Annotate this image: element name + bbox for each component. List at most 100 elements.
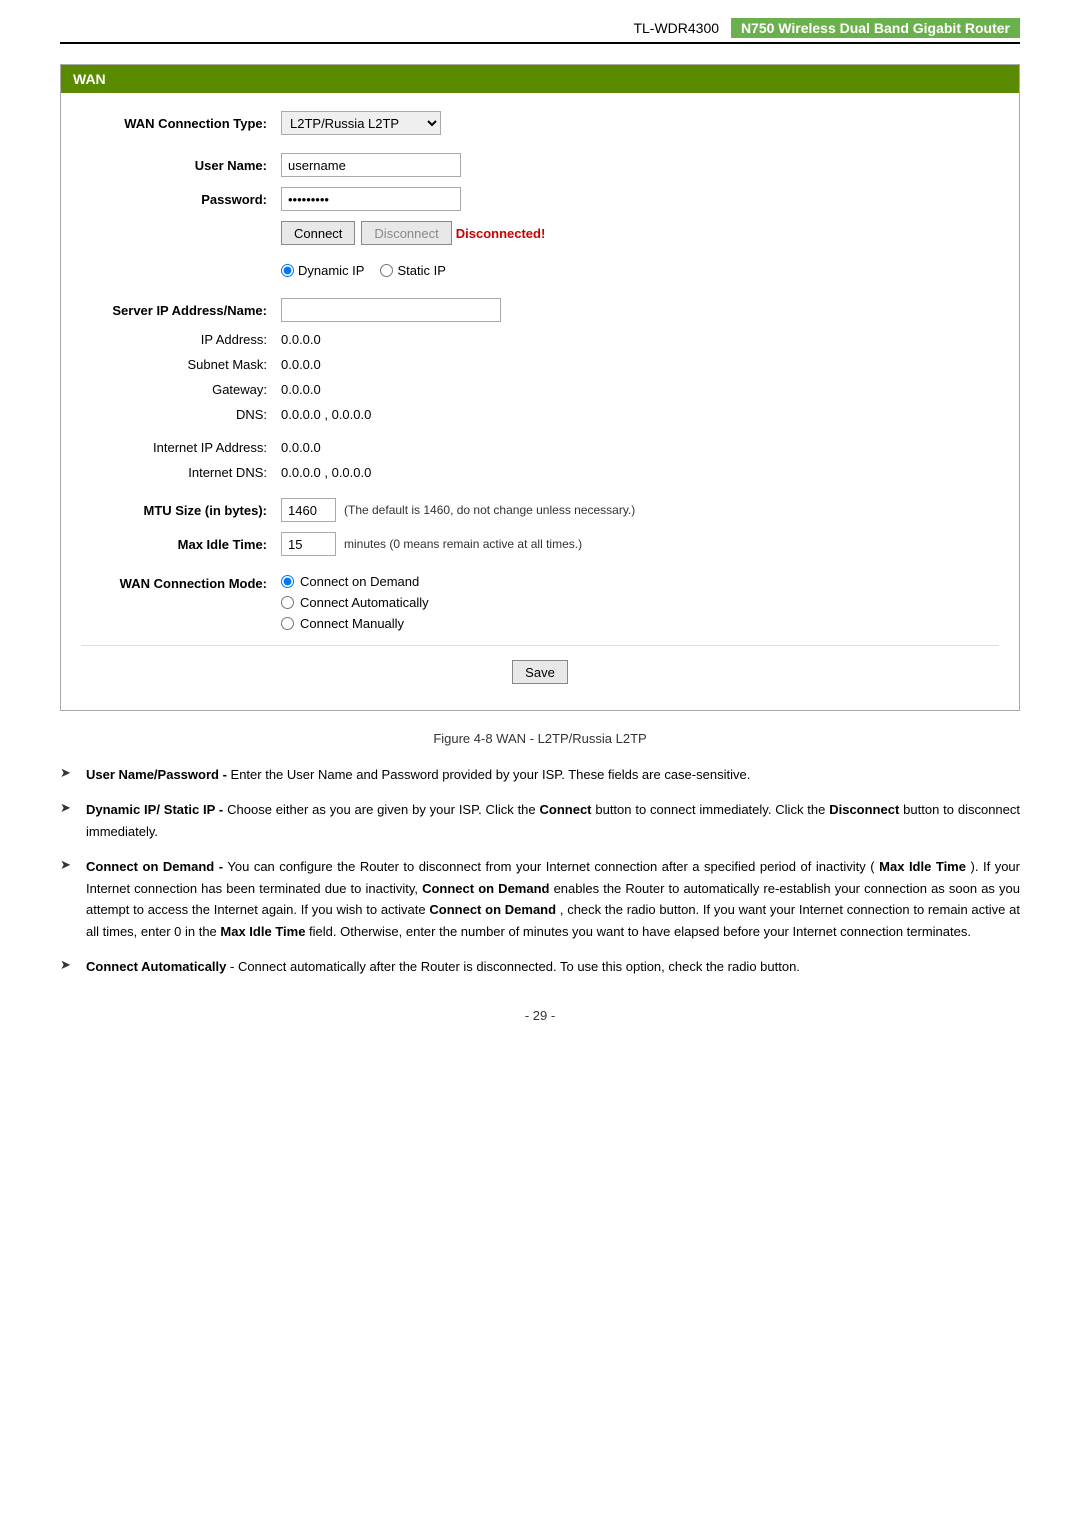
- user-name-input[interactable]: [281, 153, 461, 177]
- connect-on-demand-radio[interactable]: [281, 575, 294, 588]
- bold-cod2-3: Connect on Demand: [429, 902, 556, 917]
- wan-panel: WAN WAN Connection Type: L2TP/Russia L2T…: [60, 64, 1020, 711]
- body-item-2: ➤ Dynamic IP/ Static IP - Choose either …: [60, 799, 1020, 842]
- connect-auto-option[interactable]: Connect Automatically: [281, 595, 429, 610]
- connect-buttons-row: Connect Disconnect Disconnected!: [81, 221, 999, 245]
- server-ip-label: Server IP Address/Name:: [81, 303, 281, 318]
- dns-row: DNS: 0.0.0.0 , 0.0.0.0: [81, 407, 999, 422]
- connect-manually-option[interactable]: Connect Manually: [281, 616, 429, 631]
- password-label: Password:: [81, 192, 281, 207]
- bold-intro-3: Connect on Demand -: [86, 859, 223, 874]
- body-text-3a: You can configure the Router to disconne…: [227, 859, 874, 874]
- dynamic-ip-option[interactable]: Dynamic IP: [281, 263, 364, 278]
- bold-disconnect-2: Disconnect: [829, 802, 899, 817]
- body-text-1-content: Enter the User Name and Password provide…: [231, 767, 751, 782]
- ip-type-row: Dynamic IP Static IP: [81, 263, 999, 288]
- body-item-4: ➤ Connect Automatically - Connect automa…: [60, 956, 1020, 977]
- body-text-3e: field. Otherwise, enter the number of mi…: [309, 924, 971, 939]
- body-text-2: Dynamic IP/ Static IP - Choose either as…: [86, 799, 1020, 842]
- internet-dns-label: Internet DNS:: [81, 465, 281, 480]
- mtu-row: MTU Size (in bytes): (The default is 146…: [81, 498, 999, 522]
- connect-manually-radio[interactable]: [281, 617, 294, 630]
- connect-button[interactable]: Connect: [281, 221, 355, 245]
- wan-mode-row: WAN Connection Mode: Connect on Demand C…: [81, 574, 999, 631]
- dns-value: 0.0.0.0 , 0.0.0.0: [281, 407, 371, 422]
- body-text-4: Connect Automatically - Connect automati…: [86, 956, 1020, 977]
- connection-type-label: WAN Connection Type:: [81, 116, 281, 131]
- wan-panel-title: WAN: [61, 65, 1019, 93]
- ip-address-value: 0.0.0.0: [281, 332, 321, 347]
- idle-time-hint: minutes (0 means remain active at all ti…: [344, 537, 582, 551]
- connection-type-row: WAN Connection Type: L2TP/Russia L2TP: [81, 111, 999, 135]
- figure-caption: Figure 4-8 WAN - L2TP/Russia L2TP: [60, 731, 1020, 746]
- ip-type-radio-group: Dynamic IP Static IP: [281, 263, 446, 278]
- subnet-mask-row: Subnet Mask: 0.0.0.0: [81, 357, 999, 372]
- page-number: - 29 -: [60, 1008, 1020, 1023]
- body-text-4a: - Connect automatically after the Router…: [230, 959, 800, 974]
- bullet-arrow-4: ➤: [60, 957, 78, 973]
- idle-time-row: Max Idle Time: minutes (0 means remain a…: [81, 532, 999, 556]
- body-text-1: User Name/Password - Enter the User Name…: [86, 764, 1020, 785]
- bold-cod-3: Connect on Demand: [422, 881, 549, 896]
- body-text-2b: button to connect immediately. Click the: [595, 802, 829, 817]
- bold-intro-2: Dynamic IP/ Static IP -: [86, 802, 223, 817]
- internet-ip-row: Internet IP Address: 0.0.0.0: [81, 440, 999, 455]
- connection-status: Disconnected!: [456, 226, 546, 241]
- ip-address-row: IP Address: 0.0.0.0: [81, 332, 999, 347]
- disconnect-button[interactable]: Disconnect: [361, 221, 451, 245]
- subnet-mask-value: 0.0.0.0: [281, 357, 321, 372]
- bullet-arrow-1: ➤: [60, 765, 78, 781]
- password-row: Password:: [81, 187, 999, 211]
- mtu-input[interactable]: [281, 498, 336, 522]
- internet-ip-label: Internet IP Address:: [81, 440, 281, 455]
- connect-auto-label: Connect Automatically: [300, 595, 429, 610]
- connect-auto-radio[interactable]: [281, 596, 294, 609]
- gateway-value: 0.0.0.0: [281, 382, 321, 397]
- bold-intro-1: User Name/Password -: [86, 767, 227, 782]
- static-ip-option[interactable]: Static IP: [380, 263, 445, 278]
- bold-maxidle2-3: Max Idle Time: [220, 924, 305, 939]
- idle-time-input[interactable]: [281, 532, 336, 556]
- server-ip-row: Server IP Address/Name:: [81, 298, 999, 322]
- password-input[interactable]: [281, 187, 461, 211]
- subnet-mask-label: Subnet Mask:: [81, 357, 281, 372]
- page-header: TL-WDR4300 N750 Wireless Dual Band Gigab…: [60, 20, 1020, 44]
- mtu-hint: (The default is 1460, do not change unle…: [344, 503, 635, 517]
- body-text-3: Connect on Demand - You can configure th…: [86, 856, 1020, 942]
- bold-maxidle-3: Max Idle Time: [879, 859, 966, 874]
- wan-mode-label: WAN Connection Mode:: [81, 574, 281, 591]
- idle-time-label: Max Idle Time:: [81, 537, 281, 552]
- internet-dns-value: 0.0.0.0 , 0.0.0.0: [281, 465, 371, 480]
- body-text-2a: Choose either as you are given by your I…: [227, 802, 539, 817]
- mtu-label: MTU Size (in bytes):: [81, 503, 281, 518]
- wan-panel-body: WAN Connection Type: L2TP/Russia L2TP Us…: [61, 93, 1019, 710]
- gateway-row: Gateway: 0.0.0.0: [81, 382, 999, 397]
- gateway-label: Gateway:: [81, 382, 281, 397]
- server-ip-input[interactable]: [281, 298, 501, 322]
- dynamic-ip-label: Dynamic IP: [298, 263, 364, 278]
- static-ip-radio[interactable]: [380, 264, 393, 277]
- internet-dns-row: Internet DNS: 0.0.0.0 , 0.0.0.0: [81, 465, 999, 480]
- bold-intro-4: Connect Automatically: [86, 959, 226, 974]
- product-description: N750 Wireless Dual Band Gigabit Router: [731, 18, 1020, 38]
- bullet-arrow-3: ➤: [60, 857, 78, 873]
- save-row: Save: [81, 645, 999, 692]
- wan-mode-options: Connect on Demand Connect Automatically …: [281, 574, 429, 631]
- connect-manually-label: Connect Manually: [300, 616, 404, 631]
- dynamic-ip-radio[interactable]: [281, 264, 294, 277]
- user-name-row: User Name:: [81, 153, 999, 177]
- dns-label: DNS:: [81, 407, 281, 422]
- user-name-label: User Name:: [81, 158, 281, 173]
- model-label: TL-WDR4300: [633, 20, 719, 36]
- bold-connect-2: Connect: [540, 802, 592, 817]
- connect-on-demand-option[interactable]: Connect on Demand: [281, 574, 429, 589]
- bullet-arrow-2: ➤: [60, 800, 78, 816]
- body-item-3: ➤ Connect on Demand - You can configure …: [60, 856, 1020, 942]
- connect-on-demand-label: Connect on Demand: [300, 574, 419, 589]
- body-item-1: ➤ User Name/Password - Enter the User Na…: [60, 764, 1020, 785]
- save-button[interactable]: Save: [512, 660, 568, 684]
- internet-ip-value: 0.0.0.0: [281, 440, 321, 455]
- ip-address-label: IP Address:: [81, 332, 281, 347]
- static-ip-label: Static IP: [397, 263, 445, 278]
- connection-type-select[interactable]: L2TP/Russia L2TP: [281, 111, 441, 135]
